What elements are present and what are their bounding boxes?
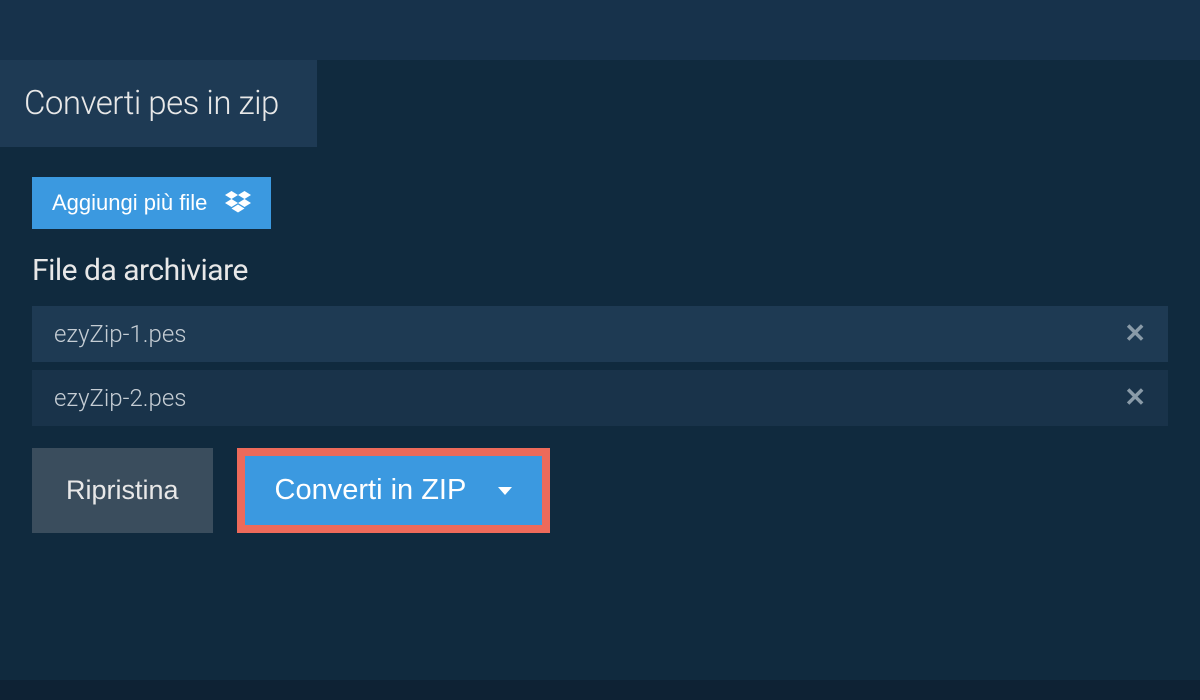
dropbox-icon bbox=[225, 191, 251, 215]
reset-button[interactable]: Ripristina bbox=[32, 448, 213, 533]
action-row: Ripristina Converti in ZIP bbox=[32, 448, 1168, 533]
chevron-down-icon bbox=[498, 487, 512, 495]
add-files-button[interactable]: Aggiungi più file bbox=[32, 177, 271, 229]
file-name: ezyZip-2.pes bbox=[54, 384, 186, 412]
add-files-label: Aggiungi più file bbox=[52, 190, 207, 216]
file-name: ezyZip-1.pes bbox=[54, 320, 186, 348]
files-heading: File da archiviare bbox=[32, 253, 1168, 288]
top-bar bbox=[0, 0, 1200, 60]
convert-highlight-wrapper: Converti in ZIP bbox=[237, 448, 551, 533]
file-row: ezyZip-2.pes ✕ bbox=[32, 370, 1168, 426]
main-content: Aggiungi più file File da archiviare ezy… bbox=[0, 147, 1200, 563]
file-row: ezyZip-1.pes ✕ bbox=[32, 306, 1168, 362]
tab-container: Converti pes in zip bbox=[0, 60, 1200, 147]
close-icon[interactable]: ✕ bbox=[1124, 385, 1146, 411]
reset-label: Ripristina bbox=[66, 475, 179, 505]
tab-title: Converti pes in zip bbox=[24, 84, 279, 123]
file-list: ezyZip-1.pes ✕ ezyZip-2.pes ✕ bbox=[32, 306, 1168, 426]
bottom-bar bbox=[0, 680, 1200, 700]
convert-label: Converti in ZIP bbox=[275, 474, 467, 507]
close-icon[interactable]: ✕ bbox=[1124, 321, 1146, 347]
convert-button[interactable]: Converti in ZIP bbox=[245, 456, 543, 525]
tab-convert[interactable]: Converti pes in zip bbox=[0, 60, 317, 147]
